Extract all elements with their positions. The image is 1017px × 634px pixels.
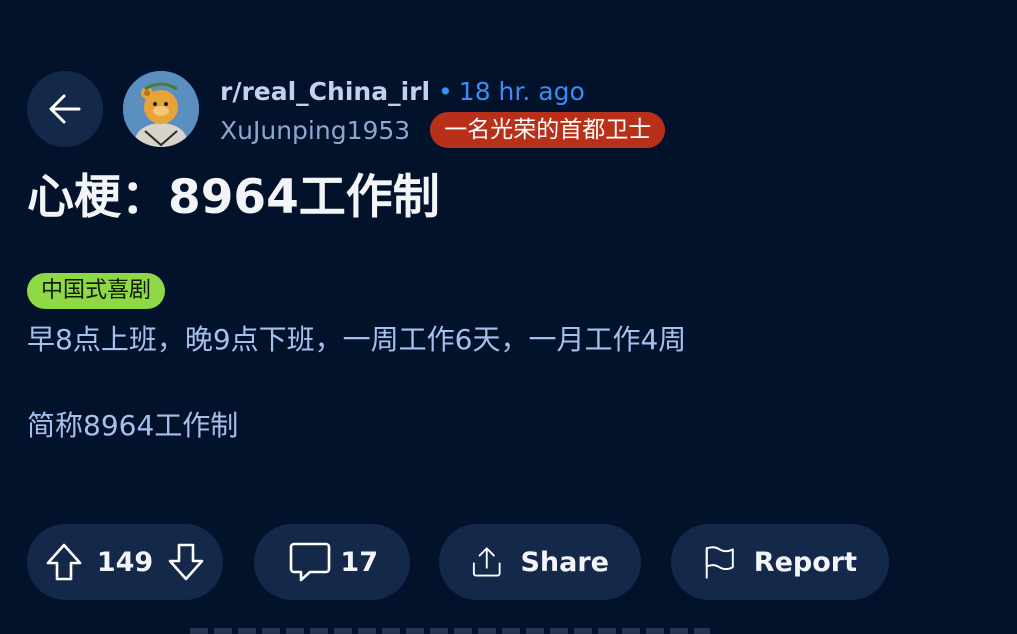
avatar-image: [123, 71, 199, 147]
report-label: Report: [753, 546, 857, 578]
comment-count: 17: [340, 546, 378, 578]
post-title: 心梗：8964工作制: [27, 170, 440, 225]
user-flair-badge: 一名光荣的首都卫士: [430, 112, 666, 148]
speech-bubble-icon: [289, 542, 331, 582]
share-button[interactable]: Share: [439, 524, 641, 600]
downvote-button[interactable]: [167, 542, 205, 582]
comments-button[interactable]: 17: [254, 524, 410, 600]
post-flair-badge[interactable]: 中国式喜剧: [27, 273, 166, 309]
vote-bar: 149: [27, 524, 223, 600]
arrow-up-icon: [46, 543, 82, 581]
subreddit-link[interactable]: r/real_China_irl: [220, 77, 430, 106]
post-meta-line: r/real_China_irl • 18 hr. ago: [220, 76, 585, 108]
share-upload-icon: [472, 547, 501, 577]
report-button[interactable]: Report: [671, 524, 889, 600]
post-body-line-1: 早8点上班，晚9点下班，一周工作6天，一月工作4周: [27, 323, 687, 356]
arrow-left-icon: [49, 94, 81, 124]
cut-off-content-strip: [190, 628, 710, 634]
arrow-down-icon: [168, 543, 204, 581]
share-label: Share: [520, 546, 609, 578]
post-timestamp: 18 hr. ago: [458, 77, 585, 106]
vote-count: 149: [96, 546, 154, 578]
post-body-line-2: 简称8964工作制: [27, 409, 239, 442]
upvote-button[interactable]: [45, 542, 83, 582]
back-button[interactable]: [27, 71, 103, 147]
author-line: XuJunping1953 一名光荣的首都卫士: [220, 112, 666, 148]
separator-dot: •: [438, 77, 453, 106]
author-username[interactable]: XuJunping1953: [220, 116, 410, 145]
subreddit-avatar[interactable]: [123, 71, 199, 147]
flag-icon: [705, 546, 734, 579]
